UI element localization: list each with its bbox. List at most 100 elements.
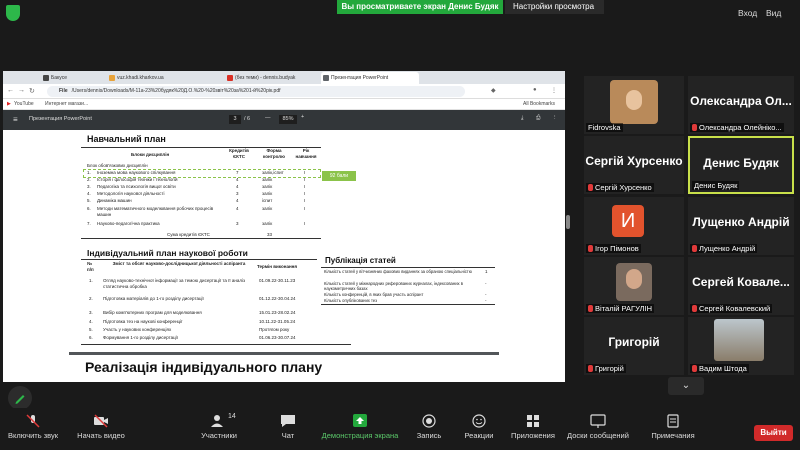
pdf-page: Навчальний план Блоки дисциплін Кредитів… <box>3 130 565 382</box>
split-handle[interactable] <box>566 215 570 229</box>
divider <box>81 238 321 239</box>
mic-muted-icon <box>692 305 697 312</box>
row-form: залік <box>262 184 273 189</box>
participant-tile[interactable]: Денис Будяк Денис Будяк <box>688 136 794 194</box>
row-discipline: Історія і філософія техніки і технологій <box>97 177 178 182</box>
participant-tile[interactable]: Fidrovska <box>584 76 684 134</box>
browser-tab[interactable]: Бакусе <box>41 72 105 84</box>
leave-meeting-button[interactable]: Выйти <box>754 425 793 441</box>
mic-button[interactable]: Включить звук <box>4 408 62 440</box>
zoom-input[interactable]: 85% <box>279 115 297 124</box>
participant-label: Ігор Пімонов <box>586 244 641 253</box>
col-credits: Кредитів ЄКТС <box>229 148 249 159</box>
tab-favicon-icon <box>109 75 115 81</box>
pdf-more-icon[interactable]: ⋮ <box>552 115 558 121</box>
participant-label: Денис Будяк <box>692 181 740 190</box>
row-term: 01.12.22-30.04.24 <box>259 296 296 301</box>
participant-tile[interactable]: Лущенко Андрій Лущенко Андрій <box>688 197 794 255</box>
page-number-input[interactable]: 3 <box>229 115 241 124</box>
video-button[interactable]: Начать видео <box>72 408 130 440</box>
notes-icon <box>665 414 681 428</box>
col-term: Термін виконання <box>257 264 298 269</box>
next-heading: Реалізація індивідуального плану <box>85 359 323 375</box>
reload-icon[interactable]: ↻ <box>29 87 35 95</box>
browser-tab[interactable]: vuz.khadi.kharkov.ua <box>107 72 223 84</box>
participant-name: Олександра Ол... <box>690 94 792 108</box>
annotate-pen-icon[interactable] <box>8 386 32 410</box>
record-button[interactable]: Запись <box>414 408 444 440</box>
back-icon[interactable]: ← <box>7 87 14 94</box>
pdf-menu-icon[interactable]: ≡ <box>13 115 18 124</box>
participant-tile[interactable]: Сергей Ковале... Сергей Ковалевский <box>688 257 794 315</box>
row-pub-value: 1 <box>485 269 488 274</box>
zoom-out-icon[interactable]: — <box>265 115 271 121</box>
participant-tile[interactable]: Вадим Штода <box>688 317 794 375</box>
divider <box>81 259 317 260</box>
address-bar[interactable]: File/Users/dennis/Downloads/M-11a-23%20б… <box>47 86 465 97</box>
row-number: 3. <box>87 184 91 189</box>
mic-muted-icon <box>588 184 593 191</box>
extension-icon[interactable]: ◆ <box>491 87 496 94</box>
view-settings-button[interactable]: Настройки просмотра <box>505 0 604 14</box>
browser-tab[interactable]: (без теми) - dennis.budyak <box>225 72 319 84</box>
row-form: залік <box>262 206 273 211</box>
row-year: І <box>304 221 306 226</box>
participant-label-text: Сергій Хурсенко <box>595 183 652 192</box>
participant-tile[interactable]: Григорій Григорій <box>584 317 684 375</box>
row-number: 7. <box>87 221 91 226</box>
all-bookmarks[interactable]: All Bookmarks <box>523 99 555 110</box>
mic-muted-icon <box>692 245 697 252</box>
participant-tile[interactable]: Олександра Ол... Олександра Олейніко... <box>688 76 794 134</box>
download-icon[interactable]: ⤓ <box>521 115 523 122</box>
view-button[interactable]: Вид <box>766 8 781 18</box>
youtube-icon: ▶ <box>7 101 11 107</box>
divider <box>321 304 495 305</box>
participant-tile[interactable]: Віталій РАГУЛІН <box>584 257 684 315</box>
col-n: № п/п <box>87 261 94 272</box>
row-term: 01.06.23-30.07.24 <box>259 335 296 340</box>
whiteboards-button[interactable]: Доски сообщений <box>564 408 632 440</box>
reactions-smiley-icon <box>471 414 487 428</box>
security-shield-icon[interactable] <box>6 5 20 21</box>
login-button[interactable]: Вход <box>738 8 757 18</box>
tab-favicon-icon <box>323 75 329 81</box>
browser-tab-active[interactable]: Презентация PowerPoint <box>321 72 419 84</box>
print-icon[interactable]: ⎙ <box>536 115 540 122</box>
notes-button[interactable]: Примечания <box>642 408 704 440</box>
pdf-viewer[interactable]: Навчальний план Блоки дисциплін Кредитів… <box>3 130 565 382</box>
participant-label: Віталій РАГУЛІН <box>586 304 655 313</box>
row-activity: Підготовка матеріалів до 1-го розділу ди… <box>103 296 204 301</box>
zoom-in-icon[interactable]: + <box>301 114 304 120</box>
browser-menu-icon[interactable]: ⋮ <box>551 87 557 94</box>
row-number: 1. <box>89 278 93 283</box>
participant-face <box>626 90 642 110</box>
bookmark-youtube[interactable]: YouTube <box>14 99 34 110</box>
participant-label-text: Сергей Ковалевский <box>699 304 771 313</box>
plan-heading: Навчальний план <box>87 134 166 144</box>
bookmark-store[interactable]: Интернет магази... <box>45 99 88 110</box>
row-credits: 4 <box>236 184 239 189</box>
row-number: 5. <box>87 198 91 203</box>
share-screen-button[interactable]: Демонстрация экрана <box>320 408 400 440</box>
col-year: Рік навчання <box>295 148 317 159</box>
participants-button[interactable]: 14 Участники <box>196 408 242 440</box>
reactions-button[interactable]: Реакции <box>462 408 496 440</box>
row-form: іспит <box>262 198 273 203</box>
participant-tile[interactable]: И Ігор Пімонов <box>584 197 684 255</box>
chat-button[interactable]: Чат <box>276 408 300 440</box>
mic-muted-icon <box>588 305 593 312</box>
row-discipline: Методологія наукової діяльності <box>97 191 165 196</box>
row-activity: Огляд науково-технічної інформації за те… <box>103 278 246 289</box>
chevron-down-icon[interactable]: ⌄ <box>668 377 704 395</box>
row-form: залік <box>262 191 273 196</box>
col-form: Форма контролю <box>263 148 285 159</box>
avatar-initial: И <box>612 205 644 237</box>
apps-button[interactable]: Приложения <box>508 408 558 440</box>
mic-muted-icon <box>692 124 697 131</box>
participant-label: Сергей Ковалевский <box>690 304 773 313</box>
row-form: залік <box>262 221 273 226</box>
participant-tile[interactable]: Сергій Хурсенко Сергій Хурсенко <box>584 136 684 194</box>
forward-icon[interactable]: → <box>18 87 25 94</box>
profile-icon[interactable]: ● <box>533 87 537 93</box>
chat-icon <box>280 414 296 428</box>
